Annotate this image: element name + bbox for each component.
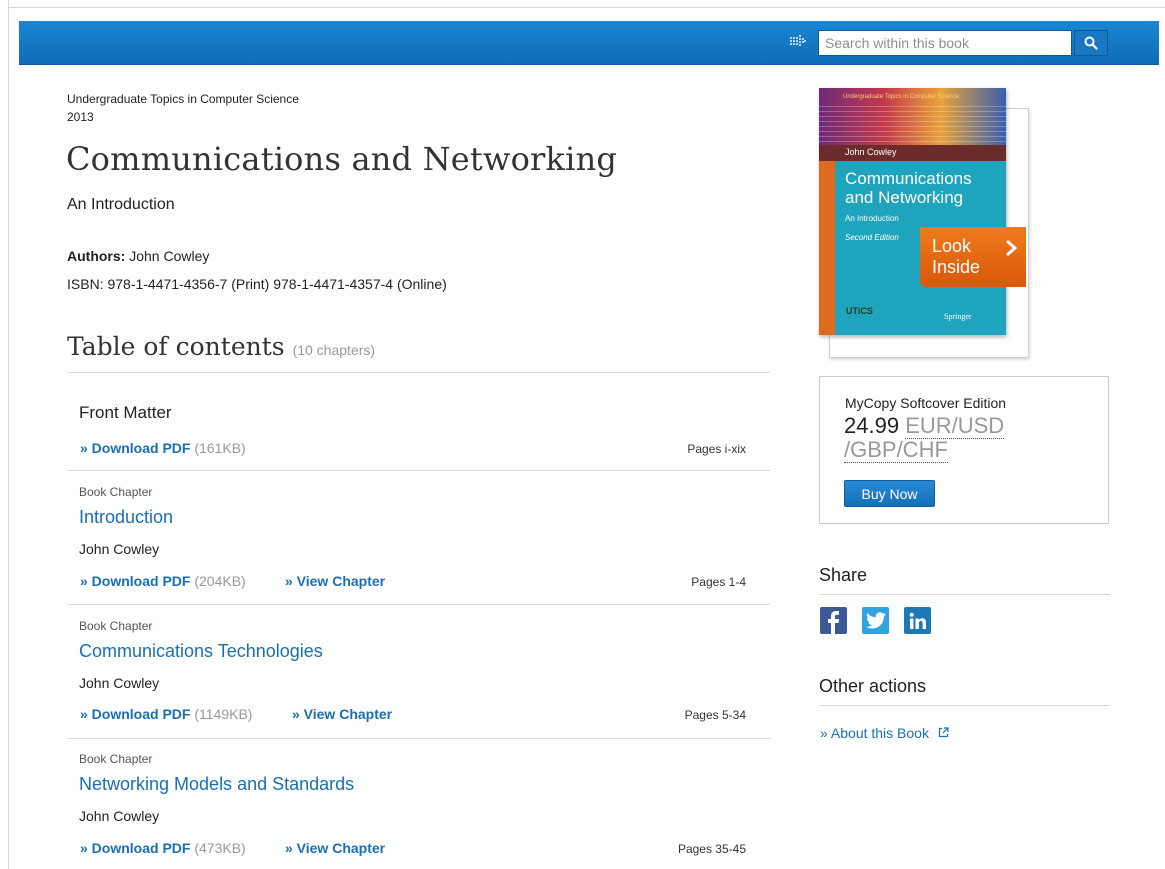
buy-now-button[interactable]: Buy Now (844, 480, 935, 507)
divider (819, 705, 1110, 706)
file-size: (204KB) (194, 573, 246, 589)
chapter-author: John Cowley (79, 541, 160, 557)
cover-edition: Second Edition (845, 233, 899, 242)
chapter-download-pdf[interactable]: » Download PDF (1149KB) (80, 706, 252, 722)
linkedin-icon[interactable] (904, 607, 931, 634)
chevron-icon: » (820, 725, 831, 741)
page-range: Pages 1-4 (691, 575, 746, 589)
chapter-title-link[interactable]: Introduction (79, 507, 173, 528)
divider (67, 604, 770, 605)
other-actions-heading: Other actions (819, 676, 927, 696)
file-size: (473KB) (194, 840, 246, 856)
chapter-title-link[interactable]: Networking Models and Standards (79, 774, 354, 795)
twitter-glyph (865, 612, 886, 629)
facebook-icon[interactable] (820, 607, 847, 634)
chapter-type: Book Chapter (79, 619, 153, 633)
author-name: John Cowley (129, 248, 210, 264)
cover-publisher: Springer (944, 312, 972, 321)
look-inside-line1: Look (932, 236, 972, 256)
about-this-book-label: About this Book (830, 725, 929, 741)
linkedin-glyph (909, 612, 926, 629)
top-bar (19, 21, 1159, 65)
look-inside-line2: Inside (932, 257, 981, 277)
look-inside-button[interactable]: Look Inside (920, 227, 1026, 287)
cover-title-line1: Communications (845, 169, 972, 188)
authors-label: Authors: (67, 248, 126, 264)
download-label: » Download PDF (80, 440, 191, 456)
view-chapter-link[interactable]: » View Chapter (285, 573, 385, 589)
chapter-title-link[interactable]: Communications Technologies (79, 641, 323, 662)
about-this-book-link[interactable]: » About this Book (820, 725, 949, 741)
cover-author: John Cowley (845, 147, 897, 157)
book-cover[interactable]: Undergraduate Topics in Computer Science… (819, 88, 1006, 335)
external-link-icon (938, 727, 949, 738)
cover-title-line2: and Networking (845, 188, 964, 207)
search-icon (1084, 36, 1098, 50)
cover-stripes (819, 106, 1006, 146)
page-range: Pages 35-45 (677, 842, 746, 856)
isbn: ISBN: 978-1-4471-4356-7 (Print) 978-1-44… (67, 276, 447, 292)
facebook-glyph (828, 611, 839, 634)
front-matter-title: Front Matter (79, 403, 172, 422)
divider (67, 738, 770, 739)
toc-heading: Table of contents (10 chapters) (67, 332, 375, 361)
divider (67, 372, 770, 373)
download-label: » Download PDF (80, 573, 191, 589)
toc-heading-text: Table of contents (67, 332, 285, 361)
chapter-download-pdf[interactable]: » Download PDF (204KB) (80, 573, 246, 589)
currency-line1[interactable]: EUR/USD (905, 413, 1005, 439)
edition-label: MyCopy Softcover Edition (845, 395, 1007, 411)
front-matter-download-pdf[interactable]: » Download PDF (161KB) (80, 440, 246, 456)
divider (67, 470, 770, 471)
toc-chapter-count: (10 chapters) (292, 342, 376, 358)
buy-box: MyCopy Softcover Edition 24.99 EUR/USD /… (819, 376, 1109, 524)
share-heading: Share (819, 565, 868, 585)
page-frame-left (8, 0, 9, 869)
chapter-author: John Cowley (79, 675, 160, 691)
chapter-type: Book Chapter (79, 485, 153, 499)
book-title: Communications and Networking (66, 140, 618, 178)
dotted-arrow-icon (790, 35, 806, 46)
cover-series-logo: UTiCS (846, 306, 873, 316)
search-box (818, 30, 1072, 56)
cover-subtitle: An Introduction (845, 214, 899, 223)
chevron-right-icon (1006, 239, 1018, 257)
page-range: Pages 5-34 (684, 708, 746, 722)
price: 24.99 EUR/USD /GBP/CHF (844, 413, 1044, 463)
page-frame-top (8, 7, 1165, 8)
file-size: (161KB) (194, 440, 246, 456)
download-label: » Download PDF (80, 840, 191, 856)
page-range: Pages i-xix (687, 442, 746, 456)
cover-title: Communications and Networking (845, 169, 972, 207)
price-value: 24.99 (844, 413, 900, 438)
view-chapter-link[interactable]: » View Chapter (285, 840, 385, 856)
cover-series: Undergraduate Topics in Computer Science (843, 94, 959, 100)
chapter-author: John Cowley (79, 808, 160, 824)
divider (819, 594, 1110, 595)
book-subtitle: An Introduction (67, 196, 175, 213)
currency-line2[interactable]: /GBP/CHF (844, 437, 948, 463)
authors-line: Authors: John Cowley (67, 248, 209, 264)
series-name: Undergraduate Topics in Computer Science (67, 92, 299, 106)
twitter-icon[interactable] (862, 607, 889, 634)
view-chapter-link[interactable]: » View Chapter (292, 706, 392, 722)
look-inside-label: Look Inside (932, 236, 980, 278)
file-size: (1149KB) (194, 706, 253, 722)
chapter-type: Book Chapter (79, 752, 153, 766)
download-label: » Download PDF (80, 706, 191, 722)
publication-year: 2013 (67, 110, 94, 124)
chapter-download-pdf[interactable]: » Download PDF (473KB) (80, 840, 246, 856)
search-button[interactable] (1074, 30, 1108, 56)
search-input[interactable] (825, 32, 1065, 54)
